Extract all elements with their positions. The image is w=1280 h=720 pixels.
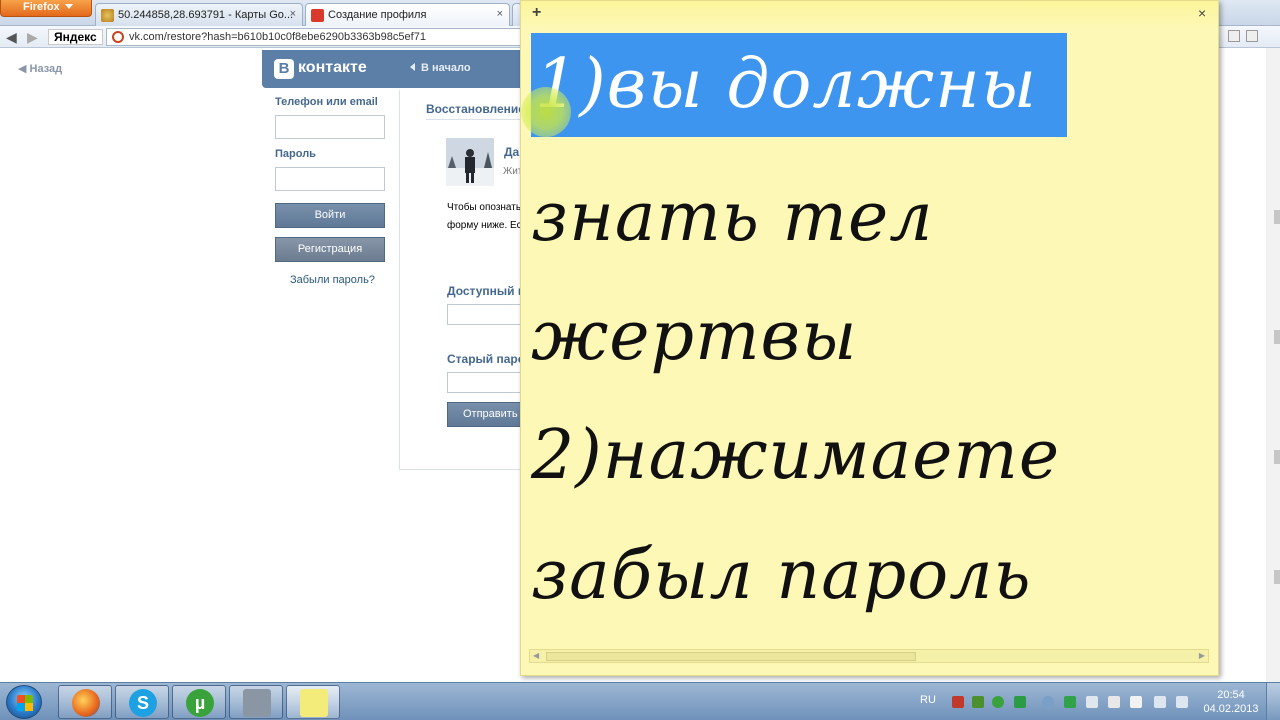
chevron-down-icon	[65, 4, 73, 9]
maps-favicon-icon	[101, 9, 114, 22]
tray-app-icon[interactable]	[1130, 696, 1142, 708]
home-label: В начало	[421, 62, 471, 74]
taskbar-printer[interactable]	[229, 685, 283, 719]
scroll-left-icon[interactable]: ◀	[533, 651, 539, 660]
clock-time: 20:54	[1217, 689, 1245, 701]
avatar[interactable]	[446, 138, 494, 186]
close-icon[interactable]: ×	[497, 8, 503, 20]
clock-date: 04.02.2013	[1203, 703, 1259, 715]
tab-google-maps[interactable]: 50.244858,28.693791 - Карты Go... ×	[95, 3, 303, 26]
send-button[interactable]: Отправить з	[447, 402, 522, 427]
sticky-note-title-bar[interactable]	[521, 1, 1218, 29]
tab-create-profile[interactable]: Создание профиля ×	[305, 3, 510, 26]
printer-icon	[243, 689, 271, 717]
show-desktop-button[interactable]	[1266, 683, 1280, 720]
windows-logo-icon	[17, 695, 33, 711]
volume-icon[interactable]	[1176, 696, 1188, 708]
back-label: Назад	[29, 63, 63, 75]
clock[interactable]: 20:54 04.02.2013	[1200, 688, 1262, 716]
utorrent-icon: µ	[186, 689, 214, 717]
note-line-4[interactable]: 2)нажимаете	[531, 422, 1060, 490]
firefox-menu-label: Firefox	[23, 1, 60, 13]
yandex-search-button[interactable]: Яндекс	[48, 29, 103, 45]
chevron-left-icon	[410, 63, 415, 71]
note-line-2[interactable]: знать тел	[531, 184, 934, 252]
scrollbar-mark	[1274, 210, 1280, 224]
tray-app-icon[interactable]	[1064, 696, 1076, 708]
home-icon[interactable]	[1246, 30, 1258, 42]
sticky-note-window[interactable]: + × 1)вы должны знать тел жертвы 2)нажим…	[520, 0, 1219, 676]
scrollbar-mark	[1274, 450, 1280, 464]
firefox-icon	[72, 689, 100, 717]
tray-app-icon[interactable]	[972, 696, 984, 708]
utorrent-tray-icon[interactable]	[992, 696, 1004, 708]
site-identity-icon	[112, 31, 124, 43]
tray-app-icon[interactable]	[1108, 696, 1120, 708]
restore-section-title: Восстановление доступа	[426, 102, 522, 116]
taskbar-sticky-notes[interactable]	[286, 685, 340, 719]
phone-email-input[interactable]	[275, 115, 385, 139]
sticky-notes-icon	[300, 689, 328, 717]
taskbar-firefox[interactable]	[58, 685, 112, 719]
vk-logo-text[interactable]: контакте	[298, 59, 367, 77]
old-password-label: Старый паро	[447, 352, 522, 366]
screen: Firefox 50.244858,28.693791 - Карты Go..…	[0, 0, 1280, 720]
address-text: vk.com/restore?hash=b610b10c0f8ebe6290b3…	[129, 31, 426, 43]
avatar-photo	[446, 138, 494, 186]
google-plus-favicon-icon	[311, 9, 324, 22]
windows-taskbar: S µ RU 20:54 04.02.2013	[0, 682, 1280, 720]
divider	[426, 119, 522, 120]
restore-text-line-2: форму ниже. Ес	[447, 220, 522, 231]
scrollbar-mark	[1274, 570, 1280, 584]
login-button[interactable]: Войти	[275, 203, 385, 228]
note-line-3[interactable]: жертвы	[531, 303, 858, 371]
page-scrollbar[interactable]	[1266, 48, 1280, 682]
forward-arrow-icon[interactable]: ▶	[27, 29, 38, 46]
phone-email-label: Телефон или email	[275, 96, 378, 108]
restore-text-line-1: Чтобы опознать	[447, 202, 522, 213]
taskbar-utorrent[interactable]: µ	[172, 685, 226, 719]
language-indicator[interactable]: RU	[920, 694, 936, 706]
scroll-right-icon[interactable]: ▶	[1199, 651, 1205, 660]
bookmark-star-icon[interactable]	[1228, 30, 1240, 42]
scrollbar-mark	[1274, 330, 1280, 344]
tray-app-icon[interactable]	[1014, 696, 1026, 708]
password-label: Пароль	[275, 148, 316, 160]
register-button[interactable]: Регистрация	[275, 237, 385, 262]
vk-logo-icon[interactable]: В	[274, 59, 294, 79]
tab-label: 50.244858,28.693791 - Карты Go...	[118, 9, 294, 21]
old-password-input[interactable]	[447, 372, 522, 393]
back-link[interactable]: ◀ Назад	[18, 62, 62, 75]
tab-label: Создание профиля	[328, 9, 427, 21]
close-icon[interactable]: ×	[1198, 5, 1206, 21]
skype-icon: S	[129, 689, 157, 717]
tray-app-icon[interactable]	[952, 696, 964, 708]
vk-header: В контакте В начало	[262, 50, 524, 88]
mouse-cursor-highlight	[521, 87, 571, 137]
tray-app-icon[interactable]	[1042, 696, 1054, 708]
tray-app-icon[interactable]	[1086, 696, 1098, 708]
available-phone-input[interactable]	[447, 304, 522, 325]
forgot-password-link[interactable]: Забыли пароль?	[290, 274, 375, 286]
firefox-menu-button[interactable]: Firefox	[0, 0, 92, 17]
note-line-5[interactable]: забыл пароль	[531, 542, 1032, 610]
taskbar-skype[interactable]: S	[115, 685, 169, 719]
note-line-1[interactable]: 1)вы должны	[531, 33, 1068, 137]
start-button[interactable]	[6, 685, 42, 719]
close-icon[interactable]: ×	[290, 8, 296, 20]
password-input[interactable]	[275, 167, 385, 191]
back-arrow-icon[interactable]: ◀	[6, 29, 17, 46]
home-link[interactable]: В начало	[410, 62, 471, 74]
scrollbar-thumb[interactable]	[546, 652, 916, 661]
network-icon[interactable]	[1154, 696, 1166, 708]
add-note-icon[interactable]: +	[532, 4, 541, 22]
note-horizontal-scrollbar[interactable]: ◀ ▶	[529, 649, 1209, 663]
yandex-label: Яндекс	[54, 30, 97, 44]
available-phone-label: Доступный н	[447, 284, 522, 298]
